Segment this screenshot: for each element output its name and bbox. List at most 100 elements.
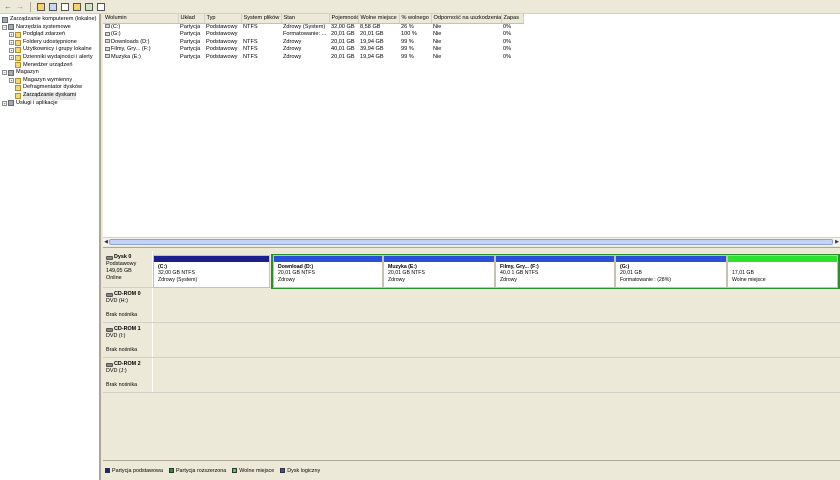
column-header[interactable]: Odporność na uszkodzenia bbox=[431, 14, 502, 24]
node-icon bbox=[15, 31, 21, 38]
partition-g[interactable]: (G:) 20,01 GB Formatowanie : (28%) bbox=[615, 255, 727, 288]
volume-cell: Partycja bbox=[180, 46, 201, 53]
column-header[interactable]: Zapas bbox=[501, 14, 524, 24]
up-level-button[interactable] bbox=[36, 2, 46, 12]
properties-button[interactable] bbox=[60, 2, 70, 12]
volume-cell: 0% bbox=[503, 38, 512, 45]
tree-item-label: Narzędzia systemowe bbox=[16, 23, 71, 30]
toolbar: ← → bbox=[0, 0, 840, 14]
tree-item[interactable]: + Usługi i aplikacje bbox=[0, 100, 99, 108]
volume-cell: 99 % bbox=[401, 53, 414, 60]
console-tree: Zarządzanie komputerem (lokalne) − Narzęd… bbox=[0, 14, 101, 480]
volume-cell: NTFS bbox=[243, 46, 258, 53]
volume-cell: 40,01 GB bbox=[331, 46, 355, 53]
cdrom-0-name: CD-ROM 0 bbox=[106, 291, 152, 298]
cdrom-0-status: Brak nośnika bbox=[106, 312, 138, 318]
volume-cell: 0% bbox=[503, 46, 512, 53]
tree-item[interactable]: − Magazyn bbox=[0, 69, 99, 77]
partition-c[interactable]: (C:) 32,00 GB NTFS Zdrowy (System) bbox=[153, 255, 270, 288]
export-button[interactable] bbox=[96, 2, 106, 12]
tree-item-label: Magazyn wymienny bbox=[23, 76, 73, 83]
volume-row[interactable]: Muzyka (E:) Partycja Podstawowy NTFS Zdrowy 2… bbox=[103, 54, 523, 62]
expand-icon[interactable]: + bbox=[9, 32, 14, 38]
tree-item-label: Foldery udostępnione bbox=[23, 38, 77, 45]
expand-icon[interactable]: + bbox=[9, 78, 14, 84]
tree-item-label: Użytkownicy i grupy lokalne bbox=[23, 46, 92, 53]
tree-item-label: Menedżer urządzeń bbox=[23, 61, 73, 68]
volume-cell: 39,94 GB bbox=[360, 46, 384, 53]
tree-item[interactable]: Menedżer urządzeń bbox=[0, 62, 99, 70]
volume-name: Muzyka (E:) bbox=[111, 53, 141, 60]
volume-cell: Podstawowy bbox=[206, 53, 238, 60]
volume-name: Filmy, Gry... (F:) bbox=[111, 46, 151, 53]
tree-item[interactable]: + Podgląd zdarzeń bbox=[0, 31, 99, 39]
partition-e[interactable]: Muzyka (E:) 20,01 GB NTFS Zdrowy bbox=[383, 255, 495, 288]
tree-item[interactable]: + Magazyn wymienny bbox=[0, 77, 99, 85]
forward-button[interactable]: → bbox=[15, 2, 25, 12]
tree-item[interactable]: Defragmentator dysków bbox=[0, 84, 99, 92]
column-header[interactable]: Wolne miejsce bbox=[358, 14, 400, 24]
cdrom-0-label[interactable]: CD-ROM 0 DVD (H:) Brak nośnika bbox=[103, 288, 153, 322]
partition-e-status: Zdrowy bbox=[388, 276, 406, 283]
tree-item[interactable]: + Foldery udostępnione bbox=[0, 39, 99, 47]
volume-row[interactable]: (G:) Partycja Podstawowy Formatowanie: ... 2… bbox=[103, 31, 523, 39]
expand-icon[interactable]: + bbox=[9, 55, 14, 61]
properties-icon bbox=[61, 2, 69, 11]
column-header[interactable]: Pojemność bbox=[329, 14, 359, 24]
column-header[interactable]: Układ bbox=[178, 14, 205, 24]
folder-up-icon bbox=[37, 2, 45, 11]
export-list-icon bbox=[97, 2, 105, 11]
help-button[interactable] bbox=[72, 2, 82, 12]
cdrom-1-label[interactable]: CD-ROM 1 DVD (I:) Brak nośnika bbox=[103, 323, 153, 357]
scroll-right-icon[interactable]: ▶ bbox=[834, 238, 840, 246]
partition-f-status: Zdrowy bbox=[500, 276, 518, 283]
horizontal-scrollbar[interactable]: ◀ ▶ bbox=[103, 237, 840, 246]
partition-f[interactable]: Filmy, Gry... (F:) 40,0 1 GB NTFS Zdrowy bbox=[495, 255, 615, 288]
cdrom-2-label[interactable]: CD-ROM 2 DVD (J:) Brak nośnika bbox=[103, 358, 153, 392]
legend-swatch bbox=[168, 468, 174, 473]
collapse-icon[interactable]: − bbox=[2, 24, 7, 30]
disk-0-label[interactable]: Dysk 0 Podstawowy 149,05 GB Online bbox=[103, 251, 153, 287]
legend-swatch bbox=[280, 468, 286, 473]
volume-row[interactable]: Filmy, Gry... (F:) Partycja Podstawowy NTFS… bbox=[103, 46, 523, 54]
tree-item[interactable]: + Dzienniki wydajności i alerty bbox=[0, 54, 99, 62]
column-header[interactable]: Wolumin bbox=[103, 14, 179, 24]
volume-cell: NTFS bbox=[243, 23, 258, 30]
expand-icon[interactable]: + bbox=[2, 100, 7, 106]
show-hide-tree-button[interactable] bbox=[48, 2, 58, 12]
column-header[interactable]: Stan bbox=[281, 14, 330, 24]
volume-table: Wolumin Układ Typ System plików Stan Pojemnoś… bbox=[103, 14, 524, 61]
expand-icon[interactable]: + bbox=[9, 47, 14, 53]
free-space[interactable]: 17,01 GB Wolne miejsce bbox=[727, 255, 838, 288]
volume-row[interactable]: Downloads (D:) Partycja Podstawowy NTFS Zdro… bbox=[103, 39, 523, 47]
back-button[interactable]: ← bbox=[3, 2, 13, 12]
legend-bar: Partycja podstawowa Partycja rozszerzona W… bbox=[103, 460, 840, 480]
volume-name: Downloads (D:) bbox=[111, 38, 150, 45]
volume-cell: 8,58 GB bbox=[360, 23, 381, 30]
help-icon bbox=[73, 2, 81, 11]
volume-cell: Zdrowy bbox=[283, 46, 302, 53]
tree-item[interactable]: + Użytkownicy i grupy lokalne bbox=[0, 46, 99, 54]
tree-item[interactable]: Zarządzanie dyskami bbox=[0, 91, 99, 100]
cdrom-2-row: CD-ROM 2 DVD (J:) Brak nośnika bbox=[103, 358, 840, 393]
volume-cell: Zdrowy bbox=[283, 38, 302, 45]
partition-d[interactable]: Download (D:) 20,01 GB NTFS Zdrowy bbox=[273, 255, 383, 288]
column-header[interactable]: System plików bbox=[241, 14, 282, 24]
collapse-icon[interactable]: − bbox=[2, 70, 7, 76]
tree-item[interactable]: − Narzędzia systemowe bbox=[0, 24, 99, 32]
view-button[interactable] bbox=[84, 2, 94, 12]
expand-icon[interactable]: + bbox=[9, 40, 14, 46]
cdrom-0-type: DVD (H:) bbox=[106, 298, 128, 304]
volume-cell: 0% bbox=[503, 53, 512, 60]
volume-icon bbox=[105, 46, 110, 51]
volume-cell: Muzyka (E:) bbox=[103, 54, 178, 62]
legend-label: Partycja podstawowa bbox=[112, 467, 163, 474]
tree-root[interactable]: Zarządzanie komputerem (lokalne) bbox=[0, 16, 99, 24]
volume-row[interactable]: (C:) Partycja Podstawowy NTFS Zdrowy (System… bbox=[103, 23, 523, 31]
tools-icon bbox=[8, 24, 14, 31]
volume-cell: Filmy, Gry... (F:) bbox=[103, 46, 178, 54]
legend-item: Dysk logiczny bbox=[280, 468, 320, 474]
column-header[interactable]: Typ bbox=[204, 14, 242, 24]
scrollbar-thumb[interactable] bbox=[109, 239, 833, 245]
column-header[interactable]: % wolnego bbox=[399, 14, 432, 24]
